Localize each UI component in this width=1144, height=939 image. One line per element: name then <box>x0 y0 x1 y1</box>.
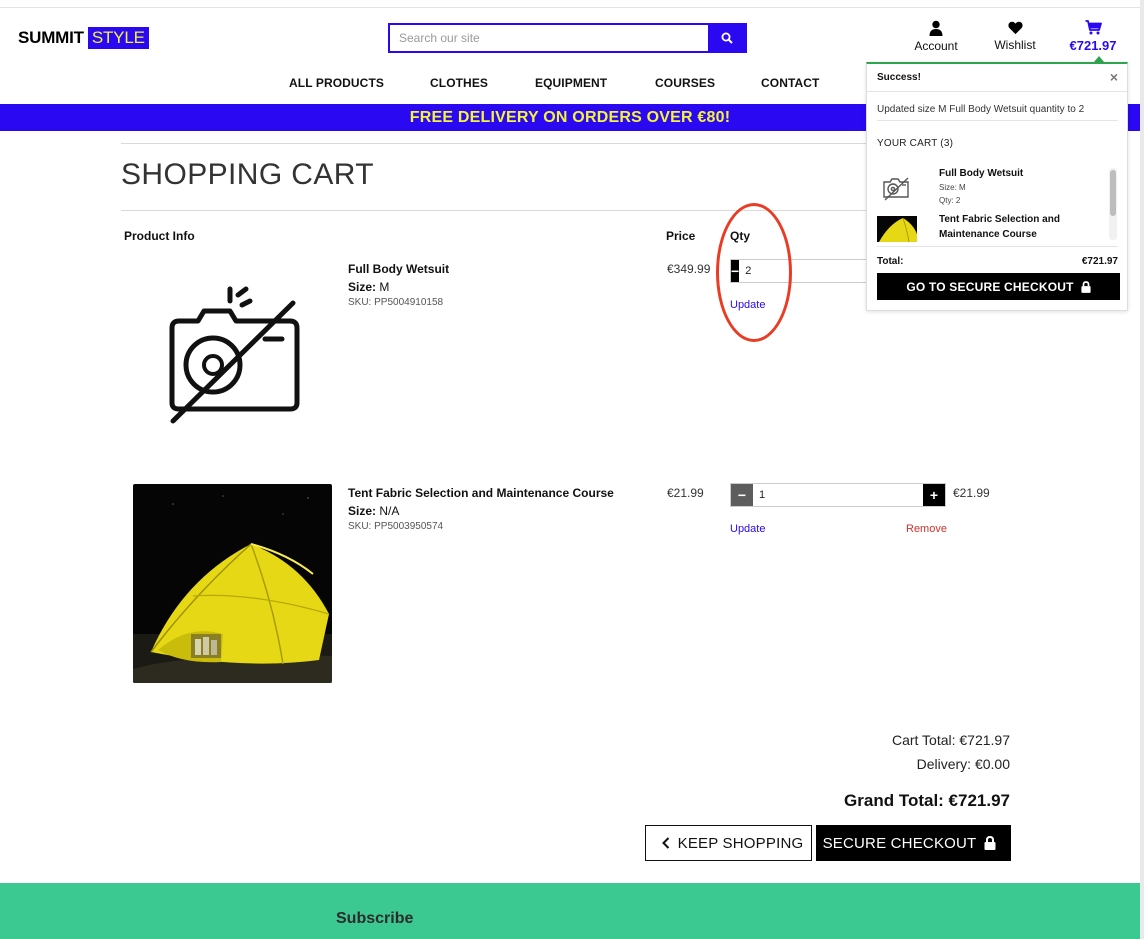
product-sku: SKU: PP5004910158 <box>348 297 444 308</box>
keep-shopping-button[interactable]: KEEP SHOPPING <box>645 825 812 861</box>
nav-equipment[interactable]: EQUIPMENT <box>535 76 607 90</box>
cart-toast: Success! × Updated size M Full Body Wets… <box>866 62 1128 311</box>
subscribe-heading: Subscribe <box>336 910 414 927</box>
quantity-stepper: − + <box>730 483 946 507</box>
secure-checkout-label: SECURE CHECKOUT <box>822 834 977 852</box>
toast-title: Success! <box>877 72 921 83</box>
footer <box>0 883 1140 939</box>
divider <box>867 91 1127 92</box>
product-name[interactable]: Tent Fabric Selection and Maintenance Co… <box>348 486 614 500</box>
size-label: Size: <box>348 280 377 294</box>
lock-icon <box>984 836 996 850</box>
toast-item-name: Tent Fabric Selection and Maintenance Co… <box>939 214 1060 240</box>
cart-total: Cart Total: €721.97 <box>891 732 1010 748</box>
product-sku: SKU: PP5003950574 <box>348 521 444 532</box>
highlight-annotation <box>716 203 792 342</box>
nav-clothes[interactable]: CLOTHES <box>430 76 488 90</box>
lock-icon <box>1081 280 1091 293</box>
toast-cart-count: YOUR CART (3) <box>877 138 954 149</box>
toast-total-label: Total: <box>877 256 904 267</box>
logo-part-1: SUMMIT <box>18 27 84 47</box>
column-price: Price <box>666 229 696 243</box>
close-icon[interactable]: × <box>1110 69 1118 85</box>
item-subtotal: €21.99 <box>953 486 990 500</box>
search-button[interactable] <box>708 25 745 51</box>
wishlist-link[interactable]: Wishlist <box>990 20 1040 52</box>
toast-item-name: Full Body Wetsuit <box>939 168 1024 179</box>
toast-item-qty: Qty: 2 <box>939 196 961 205</box>
search-bar <box>388 23 747 53</box>
product-name[interactable]: Full Body Wetsuit <box>348 262 449 276</box>
toast-item-list: Full Body Wetsuit Size: M Qty: 2 Tent Fa… <box>877 166 1117 242</box>
secure-checkout-button[interactable]: SECURE CHECKOUT <box>816 825 1011 861</box>
size-label: Size: <box>348 504 377 518</box>
remove-link[interactable]: Remove <box>906 523 947 535</box>
product-size: Size: N/A <box>348 504 399 518</box>
product-price: €21.99 <box>667 486 704 500</box>
nav-courses[interactable]: COURSES <box>655 76 715 90</box>
bag-link[interactable]: €721.97 <box>1066 20 1120 53</box>
heart-icon <box>1007 21 1023 35</box>
toast-scrollbar-thumb[interactable] <box>1110 170 1116 216</box>
nav-all-products[interactable]: ALL PRODUCTS <box>289 76 384 90</box>
size-value: M <box>379 280 390 294</box>
account-label: Account <box>914 39 958 53</box>
toast-item-size: Size: M <box>939 183 966 192</box>
toast-message: Updated size M Full Body Wetsuit quantit… <box>877 104 1085 115</box>
decrement-button[interactable]: − <box>731 484 753 506</box>
account-link[interactable]: Account <box>912 20 960 53</box>
column-product-info: Product Info <box>124 229 195 243</box>
yellow-tent-photo[interactable] <box>133 484 332 683</box>
keep-shopping-label: KEEP SHOPPING <box>677 834 804 852</box>
nav-contact[interactable]: CONTACT <box>761 76 819 90</box>
shopping-cart-icon <box>1085 20 1102 35</box>
size-value: N/A <box>379 504 400 518</box>
grand-total: Grand Total: €721.97 <box>844 791 1010 810</box>
go-to-checkout-label: GO TO SECURE CHECKOUT <box>906 279 1074 294</box>
logo-part-2: STYLE <box>87 26 149 49</box>
page-edge <box>1140 0 1144 939</box>
bag-total: €721.97 <box>1069 38 1117 53</box>
update-link[interactable]: Update <box>730 523 765 535</box>
delivery-cost: Delivery: €0.00 <box>916 756 1010 772</box>
site-logo[interactable]: SUMMIT STYLE <box>18 26 149 49</box>
search-input[interactable] <box>390 25 708 51</box>
user-icon <box>929 20 943 36</box>
no-image-camera-icon <box>169 286 300 424</box>
toast-total-value: €721.97 <box>1081 256 1118 267</box>
product-price: €349.99 <box>667 262 711 276</box>
chevron-left-icon <box>661 837 669 849</box>
yellow-tent-thumb <box>877 216 917 242</box>
product-size: Size: M <box>348 280 389 294</box>
no-image-camera-icon <box>883 177 909 201</box>
increment-button[interactable]: + <box>923 484 945 506</box>
page-title: SHOPPING CART <box>121 158 375 191</box>
go-to-checkout-button[interactable]: GO TO SECURE CHECKOUT <box>877 273 1120 300</box>
wishlist-label: Wishlist <box>994 38 1036 52</box>
divider <box>877 120 1118 121</box>
search-icon <box>721 32 733 44</box>
quantity-input[interactable] <box>753 484 923 506</box>
divider <box>877 246 1118 247</box>
top-border <box>0 0 1144 8</box>
